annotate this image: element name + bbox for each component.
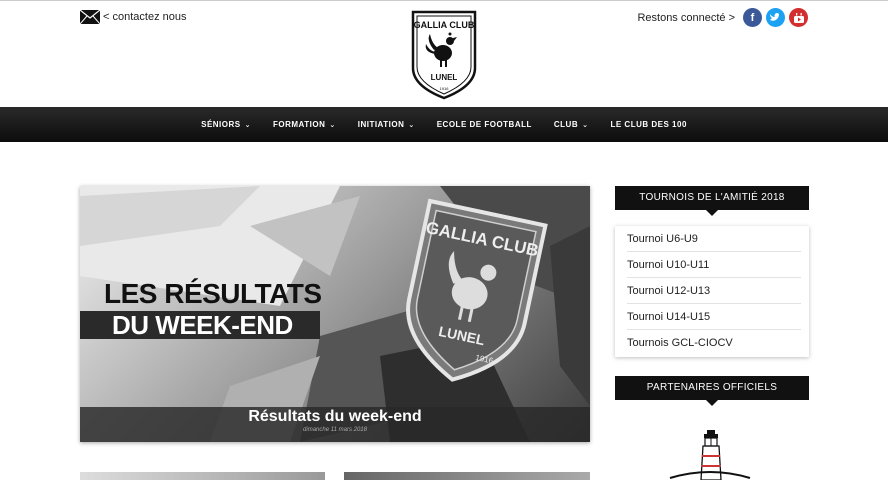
logo-top-text: GALLIA CLUB bbox=[414, 20, 475, 30]
twitter-icon[interactable] bbox=[766, 8, 785, 27]
logo-bottom-text: LUNEL bbox=[431, 73, 458, 82]
hero-image-subheadline: DU WEEK-END bbox=[112, 310, 293, 340]
list-item[interactable]: Tournoi U10-U11 bbox=[627, 252, 801, 278]
tournois-list: Tournoi U6-U9 Tournoi U10-U11 Tournoi U1… bbox=[615, 226, 809, 357]
nav-item-ecole-de-football[interactable]: ECOLE DE FOOTBALL bbox=[426, 120, 543, 129]
chevron-down-icon: ⌄ bbox=[329, 121, 336, 129]
main-nav: SÉNIORS ⌄ FORMATION ⌄ INITIATION ⌄ ECOLE DE… bbox=[0, 107, 888, 142]
club-logo[interactable]: GALLIA CLUB LUNEL 1916 bbox=[410, 10, 478, 100]
site-header: < contactez nous GALLIA CLUB LUNEL 1916 … bbox=[0, 0, 888, 107]
post-thumbnail[interactable] bbox=[344, 472, 590, 480]
list-item[interactable]: Tournois GCL-CIOCV bbox=[627, 330, 801, 356]
post-thumbnail[interactable] bbox=[80, 472, 325, 480]
nav-item-initiation[interactable]: INITIATION ⌄ bbox=[347, 120, 426, 129]
nav-item-formation[interactable]: FORMATION ⌄ bbox=[262, 120, 347, 129]
hero-caption: Résultats du week-end dimanche 11 mars 2… bbox=[80, 407, 590, 442]
list-item[interactable]: Tournoi U14-U15 bbox=[627, 304, 801, 330]
partner-logo[interactable] bbox=[650, 428, 780, 480]
post-title[interactable]: Résultats du week-end bbox=[80, 408, 590, 426]
post-date: dimanche 11 mars 2018 bbox=[303, 427, 367, 433]
chevron-down-icon: ⌄ bbox=[408, 121, 415, 129]
widget-title-tournois: TOURNOIS DE L'AMITIÉ 2018 bbox=[615, 186, 809, 216]
hero-image-headline: LES RÉSULTATS bbox=[104, 278, 322, 309]
contact-label: < contactez nous bbox=[103, 11, 187, 23]
list-item[interactable]: Tournoi U12-U13 bbox=[627, 278, 801, 304]
chevron-down-icon: ⌄ bbox=[244, 121, 251, 129]
youtube-icon[interactable] bbox=[789, 8, 808, 27]
nav-item-club-des-100[interactable]: LE CLUB DES 100 bbox=[599, 120, 697, 129]
social-label: Restons connecté > bbox=[637, 11, 735, 24]
nav-item-club[interactable]: CLUB ⌄ bbox=[543, 120, 600, 129]
chevron-down-icon: ⌄ bbox=[582, 121, 589, 129]
nav-item-seniors[interactable]: SÉNIORS ⌄ bbox=[190, 120, 262, 129]
envelope-icon bbox=[80, 10, 100, 24]
social-links: Restons connecté > f bbox=[637, 8, 808, 27]
widget-title-partenaires: PARTENAIRES OFFICIELS bbox=[615, 376, 809, 406]
logo-year: 1916 bbox=[440, 86, 450, 91]
list-item[interactable]: Tournoi U6-U9 bbox=[627, 226, 801, 252]
contact-link[interactable]: < contactez nous bbox=[80, 10, 186, 24]
featured-post[interactable]: GALLIA CLUB LUNEL 1916 LES RÉSULTATS DU … bbox=[80, 186, 590, 442]
facebook-icon[interactable]: f bbox=[743, 8, 762, 27]
